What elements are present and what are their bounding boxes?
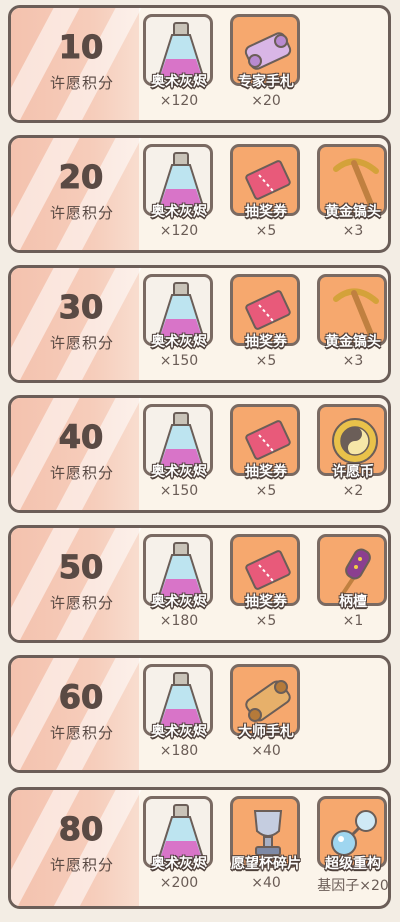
reward-item[interactable]: 奥术灰烬 ×120 — [139, 144, 219, 244]
reward-name: 抽奖券 — [245, 594, 287, 610]
tier-score: 80 — [58, 810, 104, 849]
reward-quantity: ×40 — [251, 875, 281, 891]
reward-name: 专家手札 — [238, 74, 294, 90]
points-label: 许愿积分 — [49, 204, 114, 222]
reward-item[interactable]: 专家手札 ×20 — [226, 14, 306, 114]
reward-name: 奥术灰烬 — [151, 334, 207, 350]
reward-quantity: ×120 — [159, 223, 199, 239]
reward-item[interactable]: 奥术灰烬 ×180 — [139, 534, 219, 634]
tier-score: 50 — [58, 548, 104, 587]
reward-tier-row: 20 许愿积分 奥术灰烬 ×120 抽奖券 ×5 黄金镐头 ×3 — [8, 135, 391, 253]
reward-quantity: ×3 — [342, 353, 364, 369]
reward-quantity: ×150 — [159, 353, 199, 369]
reward-item[interactable]: 愿望杯碎片 ×40 — [226, 796, 306, 896]
reward-name: 抽奖券 — [245, 204, 287, 220]
reward-name: 奥术灰烬 — [151, 856, 207, 872]
tier-score: 20 — [58, 158, 104, 197]
points-label: 许愿积分 — [49, 464, 114, 482]
reward-quantity: ×150 — [159, 483, 199, 499]
points-label: 许愿积分 — [49, 856, 114, 874]
reward-tier-row: 50 许愿积分 奥术灰烬 ×180 抽奖券 ×5 柄檀 ×1 — [8, 525, 391, 643]
reward-name: 超级重构 — [325, 856, 381, 872]
reward-quantity: ×3 — [342, 223, 364, 239]
reward-item[interactable]: 黄金镐头 ×3 — [313, 274, 388, 374]
reward-tier-row: 80 许愿积分 奥术灰烬 ×200 愿望杯碎片 ×40 超级重构 基因子×20 — [8, 787, 391, 909]
reward-name: 柄檀 — [339, 594, 367, 610]
reward-quantity: ×20 — [251, 93, 281, 109]
reward-tier-row: 40 许愿积分 奥术灰烬 ×150 抽奖券 ×5 许愿币 ×2 — [8, 395, 391, 513]
reward-name: 奥术灰烬 — [151, 464, 207, 480]
reward-tier-row: 60 许愿积分 奥术灰烬 ×180 大师手札 ×40 — [8, 655, 391, 773]
reward-quantity: ×5 — [255, 483, 277, 499]
reward-quantity: ×200 — [159, 875, 199, 891]
reward-quantity: ×2 — [342, 483, 364, 499]
reward-name: 奥术灰烬 — [151, 204, 207, 220]
reward-quantity: ×5 — [255, 223, 277, 239]
reward-quantity: ×180 — [159, 743, 199, 759]
reward-name: 抽奖券 — [245, 334, 287, 350]
tier-score: 40 — [58, 418, 104, 457]
reward-item[interactable]: 奥术灰烬 ×150 — [139, 274, 219, 374]
tier-score: 30 — [58, 288, 104, 327]
reward-quantity: ×180 — [159, 613, 199, 629]
reward-name: 愿望杯碎片 — [231, 856, 301, 872]
reward-name: 大师手札 — [238, 724, 294, 740]
reward-item[interactable]: 许愿币 ×2 — [313, 404, 388, 504]
reward-name: 奥术灰烬 — [151, 594, 207, 610]
points-label: 许愿积分 — [49, 74, 114, 92]
reward-item[interactable]: 超级重构 基因子×20 — [313, 796, 388, 896]
reward-name: 许愿币 — [332, 464, 374, 480]
tier-score: 60 — [58, 678, 104, 717]
reward-quantity: ×5 — [255, 613, 277, 629]
reward-name: 黄金镐头 — [325, 204, 381, 220]
reward-quantity: 基因子×20 — [317, 878, 389, 894]
reward-item[interactable]: 抽奖券 ×5 — [226, 534, 306, 634]
reward-item[interactable]: 奥术灰烬 ×150 — [139, 404, 219, 504]
points-label: 许愿积分 — [49, 724, 114, 742]
reward-item[interactable]: 黄金镐头 ×3 — [313, 144, 388, 244]
reward-quantity: ×1 — [342, 613, 364, 629]
points-label: 许愿积分 — [49, 334, 114, 352]
reward-item[interactable]: 大师手札 ×40 — [226, 664, 306, 764]
reward-name: 奥术灰烬 — [151, 74, 207, 90]
reward-item[interactable]: 柄檀 ×1 — [313, 534, 388, 634]
reward-name: 黄金镐头 — [325, 334, 381, 350]
reward-name: 奥术灰烬 — [151, 724, 207, 740]
reward-item[interactable]: 抽奖券 ×5 — [226, 274, 306, 374]
points-label: 许愿积分 — [49, 594, 114, 612]
reward-item[interactable]: 奥术灰烬 ×120 — [139, 14, 219, 114]
wish-rewards-list: 10 许愿积分 奥术灰烬 ×120 专家手札 ×20 20 许愿积分 奥术灰烬 … — [0, 0, 400, 922]
tier-score: 10 — [58, 28, 104, 67]
reward-item[interactable]: 奥术灰烬 ×180 — [139, 664, 219, 764]
reward-item[interactable]: 抽奖券 ×5 — [226, 144, 306, 244]
reward-item[interactable]: 奥术灰烬 ×200 — [139, 796, 219, 896]
reward-item[interactable]: 抽奖券 ×5 — [226, 404, 306, 504]
reward-quantity: ×40 — [251, 743, 281, 759]
reward-quantity: ×5 — [255, 353, 277, 369]
reward-name: 抽奖券 — [245, 464, 287, 480]
reward-tier-row: 10 许愿积分 奥术灰烬 ×120 专家手札 ×20 — [8, 5, 391, 123]
reward-quantity: ×120 — [159, 93, 199, 109]
reward-tier-row: 30 许愿积分 奥术灰烬 ×150 抽奖券 ×5 黄金镐头 ×3 — [8, 265, 391, 383]
